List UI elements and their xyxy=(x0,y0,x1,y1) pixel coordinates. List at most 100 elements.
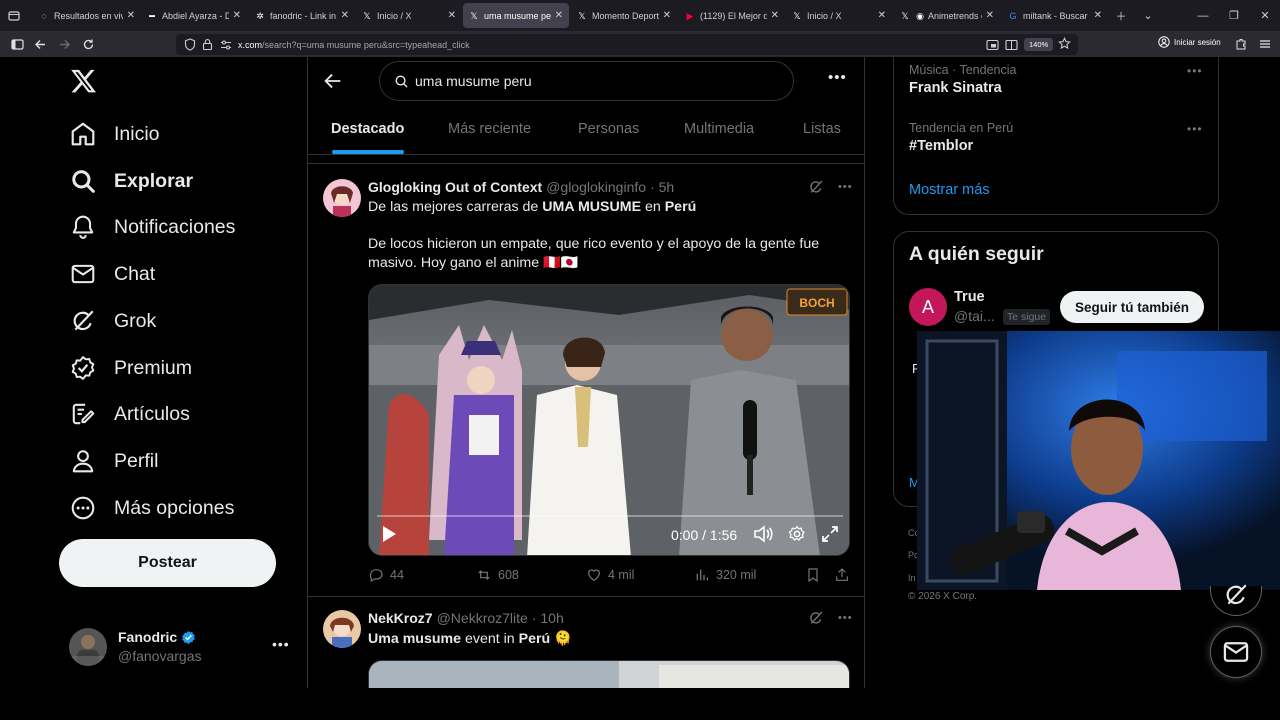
lock-icon[interactable] xyxy=(202,38,213,56)
grok-float-button[interactable] xyxy=(1210,584,1262,616)
tab-listas[interactable]: Listas xyxy=(803,121,841,137)
show-more-link[interactable]: Mostrar más xyxy=(909,182,990,198)
tweet-author-handle[interactable]: @Nekkroz7lite xyxy=(437,610,528,626)
zoom-level[interactable]: 140% xyxy=(1024,38,1054,51)
browser-tab[interactable]: ▬Abdiel Ayarza - Dat✕ xyxy=(141,3,247,28)
tab-list-icon[interactable] xyxy=(0,0,28,31)
reader-view-icon[interactable] xyxy=(1005,38,1018,56)
more-icon[interactable]: ••• xyxy=(1187,122,1203,136)
trend-item[interactable]: #Temblor xyxy=(909,138,973,154)
messages-float-button[interactable] xyxy=(1210,626,1262,678)
browser-tab[interactable]: 𝕏Momento Deportivo✕ xyxy=(571,3,677,28)
browser-tab[interactable]: 𝕏 ◉ Animetrends e ✕ xyxy=(894,3,1000,28)
browser-tab[interactable]: ✲fanodric - Link in Bi✕ xyxy=(249,3,355,28)
footer-link-partial[interactable]: In xyxy=(908,573,916,583)
like-button[interactable]: 4 mil xyxy=(586,567,634,583)
browser-tab[interactable]: Gmiltank - Buscar co✕ xyxy=(1002,3,1108,28)
views-button[interactable]: 320 mil xyxy=(694,567,756,583)
nav-item-explorar[interactable]: Explorar xyxy=(70,164,193,198)
tab-multimedia[interactable]: Multimedia xyxy=(684,121,754,137)
restore-icon[interactable]: ❐ xyxy=(1217,0,1251,31)
address-bar[interactable]: x.com/search?q=uma musume peru&src=typea… xyxy=(176,34,1078,55)
tab-destacado[interactable]: Destacado xyxy=(331,121,404,137)
nav-item-perfil[interactable]: Perfil xyxy=(70,444,158,478)
tweet-video[interactable]: BOCH 0:00 / 1:56 xyxy=(368,284,850,556)
back-arrow-icon[interactable] xyxy=(322,70,344,92)
tweet-author-name[interactable]: NekKroz7 xyxy=(368,610,433,626)
menu-icon[interactable] xyxy=(1254,34,1276,54)
more-icon[interactable]: ••• xyxy=(838,612,853,624)
follow-back-button[interactable]: Seguir tú también xyxy=(1060,291,1204,323)
sidebar-toggle-icon[interactable] xyxy=(6,34,28,54)
post-button[interactable]: Postear xyxy=(59,539,276,587)
tweet-time[interactable]: · 5h xyxy=(650,179,674,195)
x-logo-icon[interactable] xyxy=(70,67,98,95)
screenshot-icon[interactable] xyxy=(986,38,999,56)
browser-tab[interactable]: ◌ Resultados en vivo ✕ xyxy=(33,3,141,28)
signin-button[interactable]: Iniciar sesión xyxy=(1158,36,1221,48)
repost-button[interactable]: 608 xyxy=(476,567,519,583)
search-input[interactable]: uma musume peru xyxy=(379,61,794,101)
close-tab-icon[interactable]: ✕ xyxy=(986,10,994,21)
share-button[interactable] xyxy=(834,567,850,583)
browser-tab[interactable]: 𝕏 Inicio / X ✕ xyxy=(356,3,462,28)
reload-icon[interactable] xyxy=(77,34,99,54)
avatar[interactable] xyxy=(323,610,361,648)
browser-tab[interactable]: 𝕏 Inicio / X ✕ xyxy=(786,3,892,28)
volume-icon[interactable] xyxy=(753,525,773,543)
suggested-user-name[interactable]: True xyxy=(954,289,985,305)
tweet-author-handle[interactable]: @gloglokinginfo xyxy=(546,179,646,195)
nav-item-premium[interactable]: Premium xyxy=(70,351,192,385)
url-text[interactable]: x.com/search?q=uma musume peru&src=typea… xyxy=(238,40,470,50)
close-tab-icon[interactable]: ✕ xyxy=(127,10,135,21)
close-tab-icon[interactable]: ✕ xyxy=(878,10,886,21)
reply-button[interactable]: 44 xyxy=(368,567,404,583)
tweet-time[interactable]: · 10h xyxy=(532,610,564,626)
back-icon[interactable] xyxy=(29,34,51,54)
nav-item-notificaciones[interactable]: Notificaciones xyxy=(70,210,235,244)
trend-item[interactable]: Frank Sinatra xyxy=(909,80,1002,96)
fullscreen-icon[interactable] xyxy=(821,525,839,543)
forward-icon[interactable] xyxy=(53,34,75,54)
chevron-down-icon[interactable]: ⌄ xyxy=(1131,0,1165,31)
star-icon[interactable] xyxy=(1058,36,1071,55)
suggested-user-handle[interactable]: @tai... xyxy=(954,308,995,324)
tweet[interactable]: Glogloking Out of Context @gloglokinginf… xyxy=(308,164,864,597)
avatar[interactable]: A xyxy=(909,288,947,326)
tweet-author-name[interactable]: Glogloking Out of Context xyxy=(368,179,542,195)
minimize-icon[interactable]: — xyxy=(1186,0,1220,31)
more-icon[interactable]: ••• xyxy=(272,636,290,652)
grok-icon[interactable] xyxy=(808,179,824,195)
close-window-icon[interactable]: ✕ xyxy=(1248,0,1280,31)
grok-icon[interactable] xyxy=(808,610,824,626)
more-icon[interactable]: ••• xyxy=(828,69,847,86)
close-tab-icon[interactable]: ✕ xyxy=(341,10,349,21)
video-progress-bar[interactable] xyxy=(377,515,843,517)
browser-tab[interactable]: ▶(1129) El Mejor dis✕ xyxy=(679,3,785,28)
tweet-image[interactable] xyxy=(368,660,850,688)
tab-personas[interactable]: Personas xyxy=(578,121,639,137)
close-tab-icon[interactable]: ✕ xyxy=(448,10,456,21)
more-icon[interactable]: ••• xyxy=(838,181,853,193)
nav-item-mas-opciones[interactable]: Más opciones xyxy=(70,491,234,525)
settings-gear-icon[interactable] xyxy=(788,525,806,543)
close-tab-icon[interactable]: ✕ xyxy=(771,10,779,21)
play-icon[interactable] xyxy=(381,525,397,543)
more-icon[interactable]: ••• xyxy=(1187,64,1203,78)
account-switcher[interactable]: Fanodric @fanovargas ••• xyxy=(69,626,291,670)
tab-mas-reciente[interactable]: Más reciente xyxy=(448,121,531,137)
shield-icon[interactable] xyxy=(184,38,196,56)
nav-item-grok[interactable]: Grok xyxy=(70,304,156,338)
close-tab-icon[interactable]: ✕ xyxy=(233,10,241,21)
tweet[interactable]: NekKroz7 @Nekkroz7lite · 10h ••• Uma mus… xyxy=(308,598,864,688)
nav-item-chat[interactable]: Chat xyxy=(70,257,155,291)
nav-item-inicio[interactable]: Inicio xyxy=(70,117,160,151)
browser-tab-active[interactable]: 𝕏uma musume peru✕ xyxy=(463,3,569,28)
avatar[interactable] xyxy=(323,179,361,217)
extensions-icon[interactable] xyxy=(1230,34,1252,54)
permissions-icon[interactable] xyxy=(220,38,232,56)
close-tab-icon[interactable]: ✕ xyxy=(1094,10,1102,21)
close-tab-icon[interactable]: ✕ xyxy=(663,10,671,21)
close-tab-icon[interactable]: ✕ xyxy=(555,10,563,21)
nav-item-articulos[interactable]: Artículos xyxy=(70,397,190,431)
